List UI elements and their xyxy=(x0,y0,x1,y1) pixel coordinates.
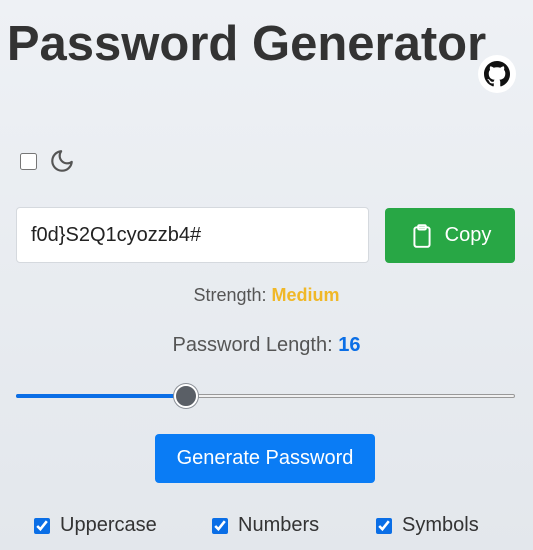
github-icon xyxy=(484,61,510,87)
uppercase-label: Uppercase xyxy=(60,514,157,536)
length-slider[interactable] xyxy=(16,384,515,408)
option-numbers[interactable]: Numbers xyxy=(212,514,319,537)
page-title: Password Generator xyxy=(6,17,487,71)
length-label: Password Length: xyxy=(172,334,333,356)
strength-label: Strength: xyxy=(193,285,267,305)
theme-toggle xyxy=(20,148,75,174)
symbols-checkbox[interactable] xyxy=(376,517,392,534)
copy-button[interactable]: Copy xyxy=(385,208,515,263)
generate-password-button[interactable]: Generate Password xyxy=(155,434,375,483)
numbers-checkbox[interactable] xyxy=(212,517,228,534)
password-length-display: Password Length: 16 xyxy=(0,334,533,357)
github-link[interactable] xyxy=(478,55,516,93)
copy-button-label: Copy xyxy=(444,224,492,246)
uppercase-checkbox[interactable] xyxy=(34,517,50,534)
moon-icon xyxy=(49,148,75,174)
symbols-label: Symbols xyxy=(402,514,479,536)
numbers-label: Numbers xyxy=(238,514,320,536)
option-uppercase[interactable]: Uppercase xyxy=(34,514,157,537)
slider-fill xyxy=(16,394,186,398)
slider-thumb[interactable] xyxy=(174,384,198,408)
strength-indicator: Strength: Medium xyxy=(0,285,533,306)
clipboard-icon xyxy=(413,223,431,248)
option-symbols[interactable]: Symbols xyxy=(376,514,479,537)
strength-value: Medium xyxy=(271,285,340,305)
length-value: 16 xyxy=(338,334,361,356)
password-field[interactable] xyxy=(16,207,369,263)
dark-mode-checkbox[interactable] xyxy=(20,152,37,170)
